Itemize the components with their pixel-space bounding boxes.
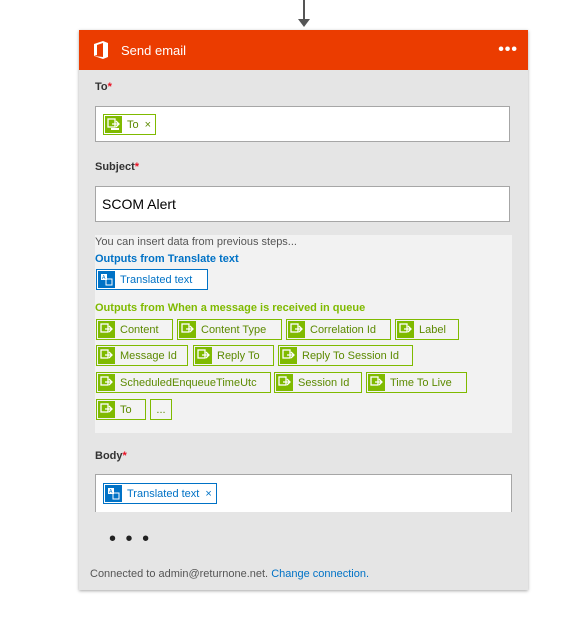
dynamic-content-icon	[98, 374, 115, 391]
translate-icon: A	[105, 485, 122, 502]
body-field[interactable]: A Translated text ×	[95, 474, 512, 512]
dynamic-content-icon	[276, 374, 293, 391]
required-mark: *	[107, 81, 112, 93]
correlation-id-chip-label: Correlation Id	[310, 323, 377, 336]
more-outputs-chip[interactable]: ...	[150, 399, 172, 420]
time-to-live-chip[interactable]: Time To Live	[366, 372, 467, 393]
body-label: Body*	[95, 450, 127, 462]
more-outputs-label: ...	[156, 403, 166, 416]
body-token-label: Translated text	[127, 487, 200, 500]
reply-to-chip[interactable]: Reply To	[193, 345, 274, 366]
dynamic-content-icon	[98, 347, 115, 364]
flow-arrow-icon	[298, 19, 310, 27]
to-token[interactable]: To ×	[103, 114, 157, 135]
office-icon	[94, 41, 108, 59]
to-field[interactable]: To ×	[95, 106, 510, 142]
to-chip-label: To	[120, 403, 132, 416]
svg-text:A: A	[102, 275, 106, 281]
subject-label: Subject*	[95, 161, 139, 173]
subject-label-text: Subject	[95, 161, 135, 173]
dynamic-content-icon	[280, 347, 297, 364]
session-id-chip-label: Session Id	[298, 376, 350, 389]
advanced-options-button[interactable]: • • •	[109, 528, 151, 551]
more-options-icon[interactable]: •••	[498, 41, 518, 59]
message-id-chip-label: Message Id	[120, 349, 177, 362]
dynamic-content-icon	[195, 347, 212, 364]
correlation-id-chip[interactable]: Correlation Id	[286, 319, 391, 340]
translate-section-title: Outputs from Translate text	[95, 253, 239, 265]
svg-text:A: A	[109, 489, 113, 495]
reply-to-session-id-chip-label: Reply To Session Id	[302, 349, 400, 362]
dynamic-content-icon	[288, 321, 305, 338]
to-token-label: To	[127, 118, 139, 131]
subject-field[interactable]: SCOM Alert	[95, 186, 510, 222]
content-chip[interactable]: Content	[96, 319, 173, 340]
dynamic-content-icon	[179, 321, 196, 338]
required-mark: *	[122, 450, 127, 462]
content-type-chip-label: Content Type	[201, 323, 267, 336]
remove-token-icon[interactable]: ×	[145, 119, 151, 131]
translated-text-chip[interactable]: A Translated text	[96, 269, 208, 290]
connection-text: Connected to admin@returnone.net.	[90, 568, 269, 580]
dynamic-content-icon	[368, 374, 385, 391]
to-label-text: To	[95, 81, 108, 93]
queue-section-title: Outputs from When a message is received …	[95, 302, 366, 314]
time-to-live-chip-label: Time To Live	[390, 376, 452, 389]
dynamic-content-panel: You can insert data from previous steps.…	[95, 235, 512, 433]
reply-to-chip-label: Reply To	[217, 349, 260, 362]
dynamic-content-hint: You can insert data from previous steps.…	[95, 236, 297, 248]
send-email-card: Send email ••• To* To × Subject* SCOM Al…	[79, 30, 528, 590]
translate-icon: A	[98, 271, 115, 288]
body-label-text: Body	[95, 450, 123, 462]
scheduled-enqueue-time-chip-label: ScheduledEnqueueTimeUtc	[120, 376, 257, 389]
connection-footer: Connected to admin@returnone.net. Change…	[90, 568, 369, 580]
dynamic-content-icon	[105, 116, 122, 133]
reply-to-session-id-chip[interactable]: Reply To Session Id	[278, 345, 413, 366]
dynamic-content-icon	[98, 401, 115, 418]
label-chip[interactable]: Label	[395, 319, 459, 340]
message-id-chip[interactable]: Message Id	[96, 345, 188, 366]
scheduled-enqueue-time-chip[interactable]: ScheduledEnqueueTimeUtc	[96, 372, 271, 393]
dynamic-content-icon	[98, 321, 115, 338]
content-type-chip[interactable]: Content Type	[177, 319, 282, 340]
subject-value: SCOM Alert	[102, 196, 176, 212]
dynamic-content-icon	[397, 321, 414, 338]
card-header[interactable]: Send email •••	[79, 30, 528, 70]
session-id-chip[interactable]: Session Id	[274, 372, 362, 393]
flow-connector-line	[303, 0, 305, 20]
label-chip-label: Label	[419, 323, 446, 336]
content-chip-label: Content	[120, 323, 159, 336]
required-mark: *	[134, 161, 140, 173]
change-connection-link[interactable]: Change connection.	[271, 568, 369, 580]
remove-token-icon[interactable]: ×	[205, 488, 211, 500]
card-title: Send email	[121, 43, 187, 58]
to-label: To*	[95, 81, 112, 93]
body-translated-text-token[interactable]: A Translated text ×	[103, 483, 217, 504]
to-chip[interactable]: To	[96, 399, 146, 420]
translated-text-label: Translated text	[120, 273, 193, 286]
